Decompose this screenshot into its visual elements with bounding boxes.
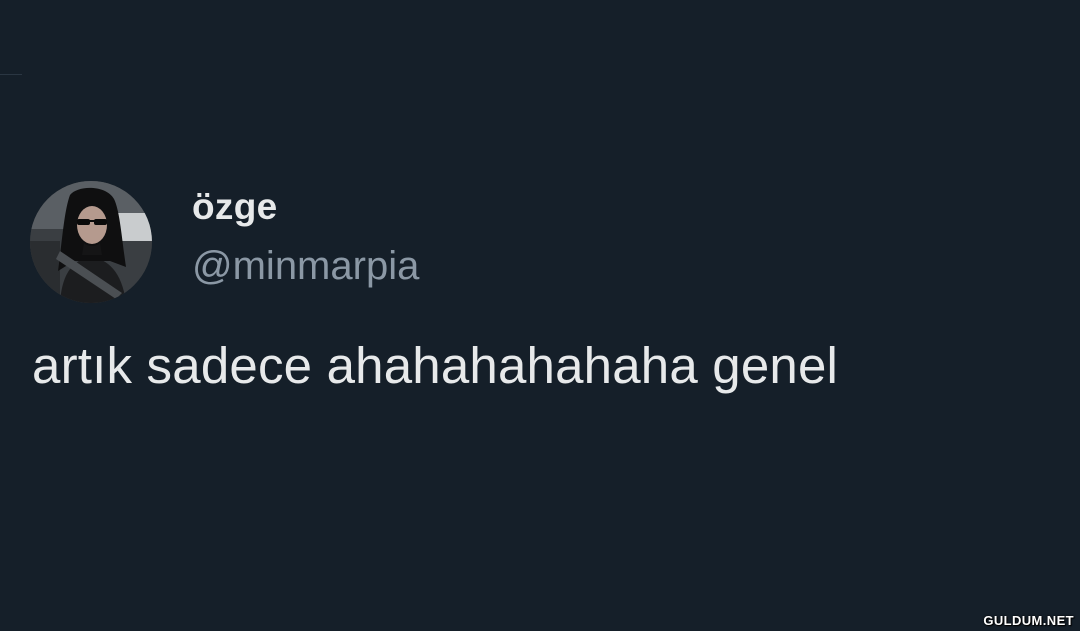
display-name[interactable]: özge [192,186,277,228]
watermark: GULDUM.NET [983,613,1074,628]
tweet-card: özge @minmarpia artık sadece ahahahahaha… [0,0,1080,631]
profile-photo-icon [30,181,152,303]
user-handle[interactable]: @minmarpia [192,244,419,289]
tweet-text: artık sadece ahahahahahaha genel [32,337,839,394]
avatar[interactable] [30,181,152,303]
